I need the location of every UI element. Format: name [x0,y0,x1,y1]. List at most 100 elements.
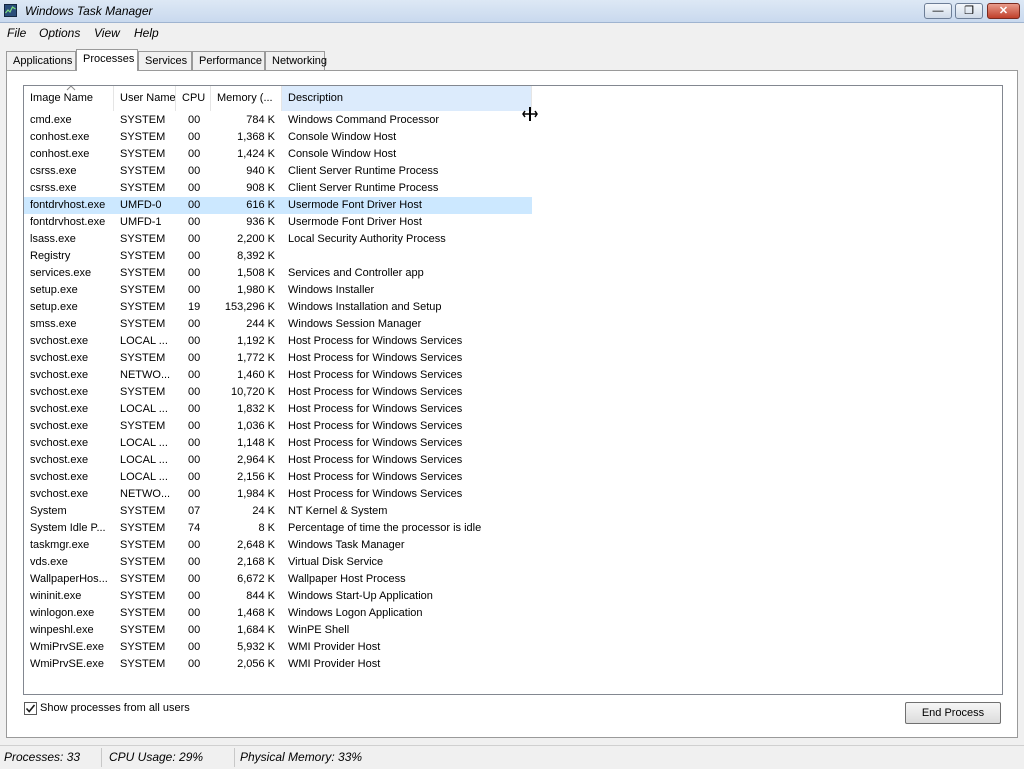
tab-applications[interactable]: Applications [6,51,76,70]
process-cpu: 00 [188,233,201,245]
process-row[interactable]: conhost.exe SYSTEM 00 1,424 K Console Window… [24,146,532,163]
column-header-user-name[interactable]: User Name [114,86,176,111]
process-cpu: 00 [188,369,201,381]
process-cpu: 00 [188,216,201,228]
process-row[interactable]: svchost.exe NETWO... 00 1,984 K Host Process… [24,486,532,503]
process-row[interactable]: svchost.exe SYSTEM 00 10,720 K Host Process … [24,384,532,401]
process-row[interactable]: lsass.exe SYSTEM 00 2,200 K Local Security A… [24,231,532,248]
menu-help[interactable]: Help [134,26,159,40]
process-row[interactable]: smss.exe SYSTEM 00 244 K Windows Session Man… [24,316,532,333]
menu-options[interactable]: Options [39,26,80,40]
process-description: WinPE Shell [288,624,350,636]
process-row[interactable]: System Idle P... SYSTEM 74 8 K Percentage of… [24,520,532,537]
process-row[interactable]: vds.exe SYSTEM 00 2,168 K Virtual Disk Servi… [24,554,532,571]
minimize-button[interactable]: — [924,3,952,19]
column-header-cpu[interactable]: CPU [176,86,211,111]
sort-ascending-icon [66,86,76,91]
process-row[interactable]: svchost.exe LOCAL ... 00 1,148 K Host Proces… [24,435,532,452]
process-cpu: 00 [188,641,201,653]
process-list[interactable]: Image Name User Name CPU Memory (... Des… [23,85,1003,695]
process-description: Host Process for Windows Services [288,454,463,466]
process-description: Percentage of time the processor is idle [288,522,482,534]
process-image-name: smss.exe [30,318,77,330]
process-image-name: csrss.exe [30,182,77,194]
process-row[interactable]: csrss.exe SYSTEM 00 940 K Client Server Runt… [24,163,532,180]
process-memory: 784 K [246,114,275,126]
maximize-button[interactable]: ❐ [955,3,983,19]
process-cpu: 00 [188,607,201,619]
process-row[interactable]: svchost.exe LOCAL ... 00 1,832 K Host Proces… [24,401,532,418]
end-process-button[interactable]: End Process [905,702,1001,724]
process-image-name: setup.exe [30,284,78,296]
process-cpu: 00 [188,267,201,279]
process-user-name: LOCAL ... [120,403,168,415]
title-bar[interactable]: Windows Task Manager — ❐ ✕ [0,0,1024,23]
process-row[interactable]: WallpaperHos... SYSTEM 00 6,672 K Wallpaper … [24,571,532,588]
process-cpu: 00 [188,199,201,211]
process-user-name: SYSTEM [120,182,166,194]
process-memory: 5,932 K [237,641,275,653]
process-row[interactable]: fontdrvhost.exe UMFD-0 00 616 K Usermode Fon… [24,197,532,214]
process-row[interactable]: svchost.exe SYSTEM 00 1,036 K Host Process f… [24,418,532,435]
process-row[interactable]: setup.exe SYSTEM 00 1,980 K Windows Installe… [24,282,532,299]
process-memory: 1,036 K [237,420,275,432]
process-row[interactable]: Registry SYSTEM 00 8,392 K [24,248,532,265]
process-description: NT Kernel & System [288,505,388,517]
menu-view[interactable]: View [94,26,120,40]
menu-file[interactable]: File [7,26,26,40]
process-memory: 1,368 K [237,131,275,143]
process-image-name: fontdrvhost.exe [30,199,106,211]
tab-services[interactable]: Services [138,51,192,70]
process-row[interactable]: setup.exe SYSTEM 19 153,296 K Windows Instal… [24,299,532,316]
process-row[interactable]: svchost.exe SYSTEM 00 1,772 K Host Process f… [24,350,532,367]
process-row[interactable]: svchost.exe LOCAL ... 00 1,192 K Host Proces… [24,333,532,350]
process-row[interactable]: winlogon.exe SYSTEM 00 1,468 K Windows Logon… [24,605,532,622]
process-cpu: 00 [188,573,201,585]
tab-processes[interactable]: Processes [76,49,138,71]
process-row[interactable]: wininit.exe SYSTEM 00 844 K Windows Start-Up… [24,588,532,605]
process-description: Wallpaper Host Process [288,573,406,585]
process-memory: 1,684 K [237,624,275,636]
process-memory: 10,720 K [230,386,275,398]
process-image-name: cmd.exe [30,114,72,126]
process-user-name: SYSTEM [120,539,166,551]
process-user-name: NETWO... [120,488,171,500]
process-row[interactable]: winpeshl.exe SYSTEM 00 1,684 K WinPE Shell [24,622,532,639]
process-row[interactable]: svchost.exe LOCAL ... 00 2,156 K Host Proces… [24,469,532,486]
process-user-name: SYSTEM [120,267,166,279]
column-header-label: CPU [182,92,206,104]
process-memory: 2,168 K [237,556,275,568]
process-row[interactable]: WmiPrvSE.exe SYSTEM 00 5,932 K WMI Provider … [24,639,532,656]
list-header: Image Name User Name CPU Memory (... Des… [24,86,1002,121]
tab-networking[interactable]: Networking [265,51,327,70]
column-header-memory[interactable]: Memory (... [211,86,282,111]
process-memory: 2,648 K [237,539,275,551]
process-image-name: conhost.exe [30,131,90,143]
show-all-users-label[interactable]: Show processes from all users [40,702,190,714]
process-row[interactable]: fontdrvhost.exe UMFD-1 00 936 K Usermode Fon… [24,214,532,231]
checkbox-box[interactable] [24,702,37,715]
process-user-name: SYSTEM [120,420,166,432]
process-row[interactable]: WmiPrvSE.exe SYSTEM 00 2,056 K WMI Provider … [24,656,532,673]
process-description: Client Server Runtime Process [288,165,439,177]
process-row[interactable]: svchost.exe NETWO... 00 1,460 K Host Process… [24,367,532,384]
process-row[interactable]: services.exe SYSTEM 00 1,508 K Services and … [24,265,532,282]
close-button[interactable]: ✕ [987,3,1020,19]
tab-performance[interactable]: Performance [192,51,265,70]
process-row[interactable]: taskmgr.exe SYSTEM 00 2,648 K Windows Task M… [24,537,532,554]
process-user-name: SYSTEM [120,148,166,160]
status-processes: Processes: 33 [4,750,81,764]
process-row[interactable]: System SYSTEM 07 24 K NT Kernel & System [24,503,532,520]
process-row[interactable]: conhost.exe SYSTEM 00 1,368 K Console Window… [24,129,532,146]
process-row[interactable]: cmd.exe SYSTEM 00 784 K Windows Command Proc… [24,112,532,129]
window-title: Windows Task Manager [25,4,153,18]
process-user-name: LOCAL ... [120,454,168,466]
process-image-name: WmiPrvSE.exe [30,658,104,670]
process-row[interactable]: svchost.exe LOCAL ... 00 2,964 K Host Proces… [24,452,532,469]
process-image-name: svchost.exe [30,369,89,381]
process-description: Services and Controller app [288,267,424,279]
process-row[interactable]: csrss.exe SYSTEM 00 908 K Client Server Runt… [24,180,532,197]
column-header-description[interactable]: Description [282,86,532,111]
column-header-label: Description [288,92,344,104]
process-image-name: wininit.exe [30,590,82,602]
